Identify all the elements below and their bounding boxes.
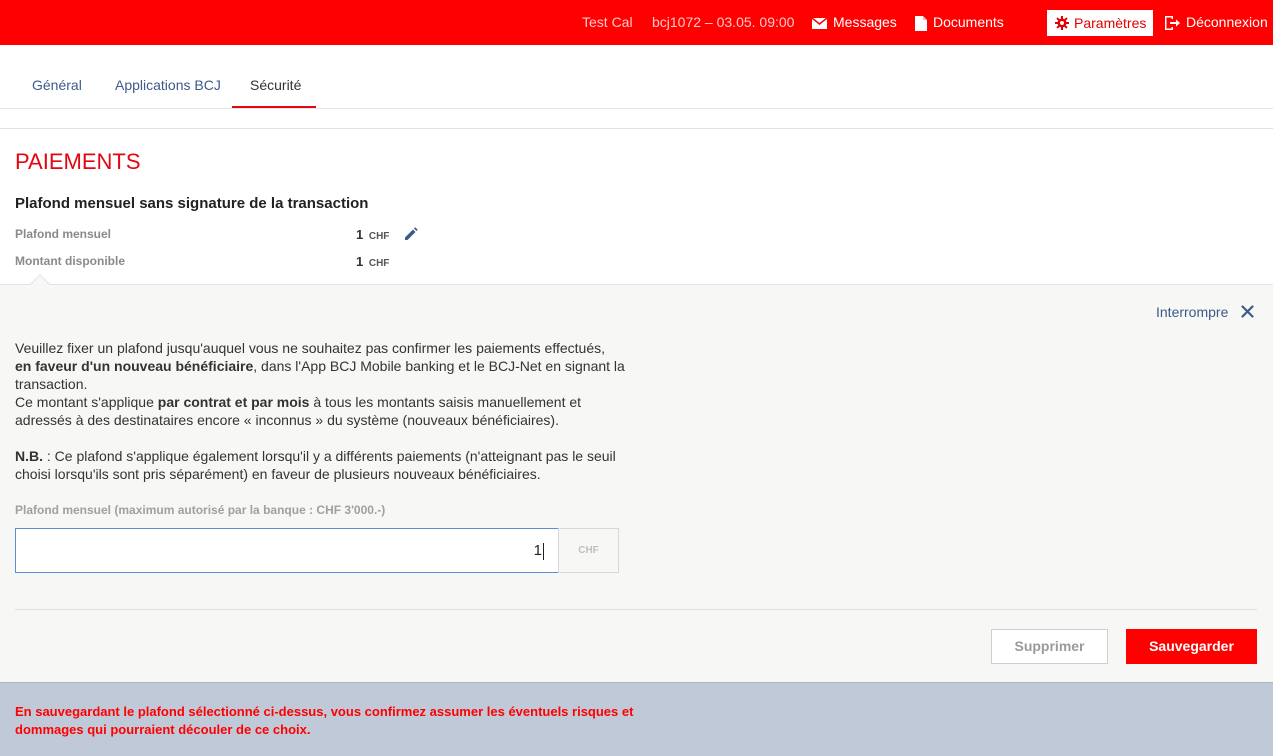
available-amount-value: 1 CHF [356,254,389,269]
tab-bar: Général Applications BCJ Sécurité [0,45,1273,109]
document-icon [915,15,927,31]
documents-label: Documents [933,14,1004,30]
monthly-limit-input[interactable]: 1 [15,528,559,573]
available-amount-label: Montant disponible [15,254,125,268]
mail-icon [812,17,827,29]
settings-button[interactable]: Paramètres [1047,10,1153,36]
close-icon[interactable] [1241,305,1254,318]
pencil-icon[interactable] [404,227,418,241]
section-title: PAIEMENTS [15,149,141,174]
note-text: N.B. : Ce plafond s'applique également l… [15,448,616,482]
session-info: bcj1072 – 03.05. 09:00 [652,14,795,30]
subsection-title: Plafond mensuel sans signature de la tra… [15,195,369,212]
delete-button[interactable]: Supprimer [991,629,1108,664]
warning-text: En sauvegardant le plafond sélectionné c… [15,704,634,737]
active-tab-indicator [232,106,316,108]
logout-label: Déconnexion [1186,14,1268,30]
monthly-limit-amount: 1 [356,227,364,242]
monthly-limit-value: 1 CHF [356,227,389,242]
settings-label: Paramètres [1074,15,1147,31]
messages-link[interactable]: Messages [812,0,897,45]
logout-link[interactable]: Déconnexion [1165,0,1268,45]
panel-divider [15,609,1257,610]
divider [0,128,1273,129]
monthly-limit-currency: CHF [368,231,390,242]
available-amount: 1 [356,254,364,269]
interrupt-link[interactable]: Interrompre [1156,304,1228,320]
monthly-limit-input-value: 1 [533,542,542,559]
gear-icon [1055,16,1069,31]
monthly-limit-field-label: Plafond mensuel (maximum autorisé par la… [15,503,386,517]
save-button[interactable]: Sauvegarder [1126,629,1257,664]
explanation-text: Veuillez fixer un plafond jusqu'auquel v… [15,340,625,428]
tab-security[interactable]: Sécurité [250,77,301,93]
currency-addon: CHF [558,528,619,573]
messages-label: Messages [833,14,897,30]
top-bar: Test Cal bcj1072 – 03.05. 09:00 Messages… [0,0,1273,45]
tab-general[interactable]: Général [32,77,82,93]
available-currency: CHF [368,258,390,269]
logout-icon [1165,16,1180,31]
documents-link[interactable]: Documents [915,0,1004,45]
monthly-limit-label: Plafond mensuel [15,227,112,241]
user-name: Test Cal [582,14,633,30]
warning-footer: En sauvegardant le plafond sélectionné c… [0,682,1273,756]
tab-applications[interactable]: Applications BCJ [115,77,221,93]
